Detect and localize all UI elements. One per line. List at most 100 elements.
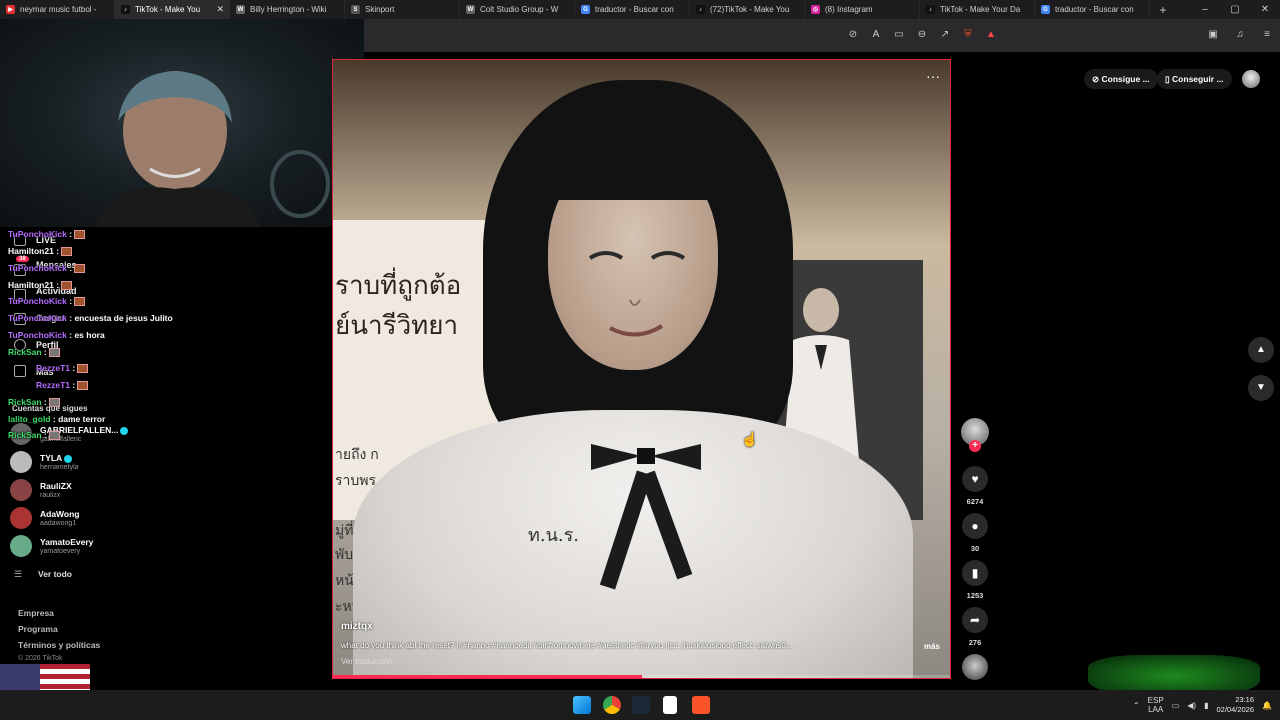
close-window-button[interactable]: ✕ <box>1250 0 1280 19</box>
account-name: RauliZX <box>40 481 72 491</box>
emote-icon <box>74 264 86 274</box>
get-coins-label: Consigue ... <box>1101 74 1150 84</box>
translate-icon[interactable]: A <box>869 28 883 42</box>
caption-more-link[interactable]: más <box>924 642 940 651</box>
video-caption: what do you think abt the reset? || #nan… <box>341 641 793 650</box>
chat-text: : encuesta de jesus Julito <box>69 313 173 323</box>
streamer-webcam-image <box>95 71 330 227</box>
steam-icon[interactable] <box>632 696 650 714</box>
footer-company-link[interactable]: Empresa <box>18 608 54 618</box>
video-player[interactable]: ราบที่ถูกต้อ ย์นารีวิทยา ายถึง ก ราบพร ม… <box>332 59 951 679</box>
heart-icon[interactable]: ♥ <box>962 466 988 492</box>
share-page-icon[interactable]: ↗ <box>938 28 952 42</box>
no-tracking-icon[interactable]: ⊘ <box>846 28 860 42</box>
menu-icon[interactable]: ≡ <box>1260 28 1274 42</box>
footer-terms-link[interactable]: Términos y políticas <box>18 640 100 650</box>
volume-icon[interactable]: ◀) <box>1187 701 1196 710</box>
video-progress-bar[interactable] <box>333 675 950 678</box>
comment-icon[interactable]: ● <box>962 513 988 539</box>
chat-message: lalito_gold : dame terror <box>8 414 105 424</box>
video-progress-fill <box>333 675 642 678</box>
following-account[interactable]: RauliZX raulizx <box>10 479 170 503</box>
chat-user: Hamilton21 <box>8 280 54 290</box>
screen: ▶ neymar music futbol - ♪ TikTok - Make Yo… <box>0 0 1280 720</box>
bookmark-icon[interactable]: ▮ <box>962 560 988 586</box>
video-options-icon[interactable]: ··· <box>926 68 940 84</box>
tab[interactable]: ♪ TikTok - Make Your Da <box>920 0 1035 19</box>
tab[interactable]: ◎ (8) Instagram <box>805 0 920 19</box>
file-icon[interactable] <box>663 696 677 714</box>
minimize-button[interactable]: – <box>1190 0 1220 19</box>
tray-expand-icon[interactable]: ⌃ <box>1133 701 1140 710</box>
clock[interactable]: 23:16 02/04/2026 <box>1216 695 1254 715</box>
maximize-button[interactable]: ▢ <box>1220 0 1250 19</box>
follow-button[interactable]: + <box>969 440 981 452</box>
cast-icon[interactable]: ▭ <box>892 28 906 42</box>
chat-message: TuPonchoKick : encuesta de jesus Julito <box>8 313 173 323</box>
avatar <box>10 535 32 557</box>
brave-rewards-icon[interactable]: ▲ <box>984 28 998 42</box>
list-icon: ☰ <box>14 569 23 579</box>
get-app-button[interactable]: ▯ Conseguir ... <box>1157 69 1232 89</box>
board-text: ราบที่ถูกต้อ <box>335 271 462 301</box>
shirt-embroidery: ท.น.ร. <box>528 525 580 546</box>
new-tab-button[interactable]: + <box>1154 3 1172 17</box>
chat-text: : <box>56 246 60 256</box>
video-author[interactable]: miztqx <box>341 621 373 632</box>
get-coins-button[interactable]: ⊘ Consigue ... <box>1084 69 1158 89</box>
see-translation-link[interactable]: Ver traducción <box>341 657 392 666</box>
avatar <box>10 479 32 501</box>
account-name: YamatoEvery <box>40 537 94 547</box>
chat-message: Hamilton21 : <box>8 280 73 291</box>
side-text: ายถึง ก <box>335 446 379 462</box>
tab-title: Skinport <box>365 5 395 14</box>
language-indicator[interactable]: ESP LAA <box>1148 696 1164 714</box>
chrome-icon[interactable] <box>603 696 621 714</box>
chat-user: Hamilton21 <box>8 246 54 256</box>
media-icon[interactable]: ♫ <box>1233 28 1247 42</box>
following-account[interactable]: AdaWong aadawong1 <box>10 507 170 531</box>
tab[interactable]: ♪ (72)TikTok - Make You <box>690 0 805 19</box>
share-icon[interactable]: ➦ <box>962 607 988 633</box>
emote-icon <box>48 398 60 408</box>
chat-user: RezzeT1 <box>36 380 71 390</box>
previous-video-button[interactable]: ▲ <box>1248 337 1274 363</box>
chat-message: Hamilton21 : <box>8 246 73 257</box>
notification-icon[interactable]: 🔔 <box>1262 701 1272 710</box>
battery-icon[interactable]: ▮ <box>1204 701 1208 710</box>
tab[interactable]: Gtraductor - Buscar con <box>575 0 690 19</box>
tab[interactable]: W Colt Studio Group - W <box>460 0 575 19</box>
tab[interactable]: W Billy Herrington - Wiki <box>230 0 345 19</box>
tab[interactable]: Gtraductor - Buscar con <box>1035 0 1150 19</box>
save-count: 1253 <box>966 591 984 600</box>
tiktok-icon: ♪ <box>121 5 130 14</box>
google-icon: G <box>1041 5 1050 14</box>
brave-icon[interactable] <box>692 696 710 714</box>
bangs <box>538 120 728 200</box>
address-bar: ⊘ A ▭ ⊖ ↗ ⛨ ▲ ▣ ♫ ≡ <box>364 19 1280 52</box>
network-icon[interactable]: ▭ <box>1172 701 1180 710</box>
windows-start-icon[interactable] <box>573 696 591 714</box>
footer-program-link[interactable]: Programa <box>18 624 58 634</box>
tab[interactable]: S Skinport <box>345 0 460 19</box>
see-all-link[interactable]: Ver todo <box>38 569 72 579</box>
sidebar-toggle-icon[interactable]: ▣ <box>1206 28 1220 42</box>
next-video-button[interactable]: ▼ <box>1248 375 1274 401</box>
brave-shield-icon[interactable]: ⛨ <box>961 28 975 42</box>
chat-text: : <box>69 229 73 239</box>
tab-active[interactable]: ♪ TikTok - Make You ✕ <box>115 0 230 19</box>
avatar <box>10 507 32 529</box>
emote-icon <box>74 230 86 240</box>
user-avatar[interactable] <box>1242 70 1260 88</box>
following-account[interactable]: YamatoEvery yamatoevery <box>10 535 170 559</box>
chat-user: TuPonchoKick <box>8 313 67 323</box>
zoom-icon[interactable]: ⊖ <box>915 28 929 42</box>
tab[interactable]: ▶ neymar music futbol - <box>0 0 115 19</box>
account-handle: aadawong1 <box>40 520 77 527</box>
board-text: ย์นารีวิทยา <box>335 311 459 341</box>
tab-title: traductor - Buscar con <box>595 5 674 14</box>
music-disc-icon[interactable] <box>962 654 988 680</box>
close-tab-icon[interactable]: ✕ <box>216 4 224 15</box>
chat-user: RezzeT1 <box>36 363 71 373</box>
chat-user: TuPonchoKick <box>8 229 67 239</box>
